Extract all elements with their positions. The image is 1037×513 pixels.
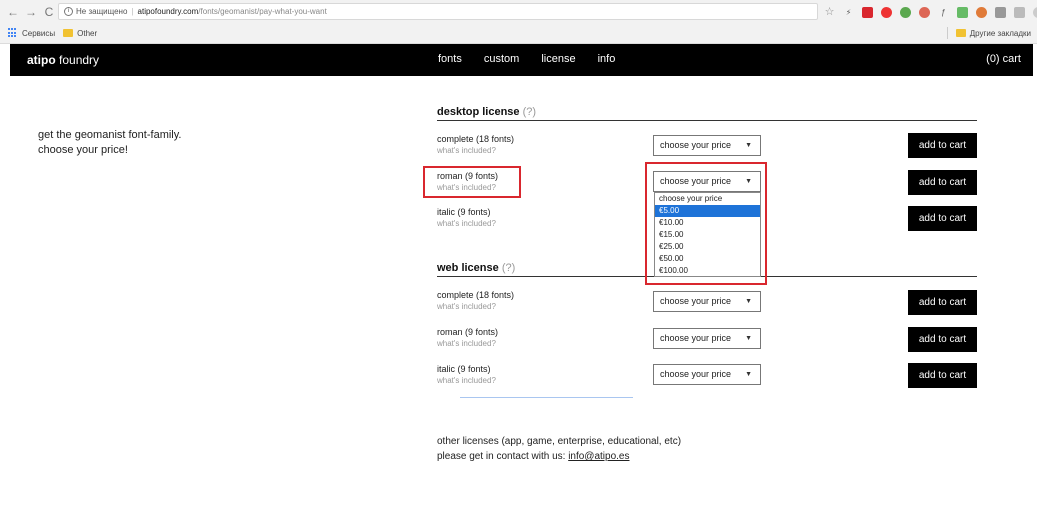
star-icon[interactable]: ☆	[824, 6, 835, 18]
logo-bold: atipo	[27, 53, 56, 67]
info-icon[interactable]: i	[64, 7, 73, 16]
nav-license[interactable]: license	[541, 53, 575, 65]
help-link[interactable]: (?)	[502, 262, 515, 274]
site-logo[interactable]: atipo foundry	[27, 53, 99, 67]
select-value: choose your price	[660, 333, 732, 343]
other-bookmarks[interactable]: Другие закладки	[946, 23, 1031, 43]
add-to-cart-button[interactable]: add to cart	[908, 363, 977, 388]
cart-link[interactable]: (0) cart	[986, 53, 1021, 65]
browser-chrome: ← → C i Не защищено | atipofoundry.com /…	[0, 0, 1037, 44]
address-bar-row: ← → C i Не защищено | atipofoundry.com /…	[0, 0, 1037, 23]
blue-divider	[460, 397, 633, 398]
section-title-text: web license	[437, 262, 499, 274]
folder-icon	[63, 29, 74, 37]
opera-extension-icon[interactable]	[881, 6, 892, 18]
intro-line-2: choose your price!	[38, 144, 128, 156]
product-name: italic (9 fonts)	[437, 364, 491, 374]
bookmark-other[interactable]: Other	[63, 29, 97, 38]
logo-rest: foundry	[55, 53, 100, 67]
cookie-extension-icon[interactable]	[976, 6, 987, 18]
url-host: atipofoundry.com	[137, 7, 199, 16]
whats-included-link[interactable]: what's included?	[437, 339, 498, 348]
bookmark-divider	[946, 27, 948, 39]
other-licenses-line-2: please get in contact with us: info@atip…	[437, 449, 681, 464]
nav-custom[interactable]: custom	[484, 53, 519, 65]
screenshot-extension-icon[interactable]	[995, 6, 1006, 18]
evernote-extension-icon[interactable]	[900, 6, 911, 18]
whats-included-link[interactable]: what's included?	[437, 376, 496, 385]
back-arrow-icon[interactable]: ←	[6, 3, 20, 21]
product-web-complete: complete (18 fonts) what's included?	[437, 290, 514, 311]
nav-fonts[interactable]: fonts	[438, 53, 462, 65]
intro-text: get the geomanist font-family. choose yo…	[38, 128, 181, 158]
price-select-desktop-complete[interactable]: choose your price ▼	[653, 135, 761, 156]
select-value: choose your price	[660, 296, 732, 306]
price-select-web-complete[interactable]: choose your price ▼	[653, 291, 761, 312]
product-web-italic: italic (9 fonts) what's included?	[437, 364, 496, 385]
add-to-cart-button[interactable]: add to cart	[908, 133, 977, 158]
product-name: complete (18 fonts)	[437, 290, 515, 300]
product-web-roman: roman (9 fonts) what's included?	[437, 327, 498, 348]
url-path: /fonts/geomanist/pay-what-you-want	[198, 7, 327, 16]
url-input[interactable]: i Не защищено | atipofoundry.com /fonts/…	[58, 3, 818, 20]
contact-prefix: please get in contact with us:	[437, 451, 569, 462]
web-license-title: web license (?)	[437, 262, 515, 274]
pinterest-extension-icon[interactable]	[919, 6, 930, 18]
bookmark-services[interactable]: Сервисы	[8, 28, 55, 38]
contact-email-link[interactable]: info@atipo.es	[568, 451, 629, 462]
site-header: atipo foundry fonts custom license info …	[10, 44, 1033, 76]
add-to-cart-button[interactable]: add to cart	[908, 170, 977, 195]
security-label: Не защищено	[76, 7, 128, 16]
flash-icon[interactable]: ⚡	[843, 7, 854, 18]
caret-down-icon: ▼	[745, 335, 752, 342]
add-to-cart-button[interactable]: add to cart	[908, 206, 977, 231]
font-extension-icon[interactable]: ƒ	[938, 7, 949, 18]
highlight-box-dropdown	[645, 162, 767, 285]
translate-extension-icon[interactable]	[957, 6, 968, 18]
product-name: italic (9 fonts)	[437, 207, 491, 217]
highlight-box-product	[423, 166, 521, 198]
add-to-cart-button[interactable]: add to cart	[908, 327, 977, 352]
main-nav: fonts custom license info	[438, 53, 637, 65]
add-to-cart-button[interactable]: add to cart	[908, 290, 977, 315]
bookmark-label: Other	[77, 28, 98, 38]
desktop-license-title: desktop license (?)	[437, 106, 536, 118]
product-desktop-complete: complete (18 fonts) what's included?	[437, 134, 514, 155]
caret-down-icon: ▼	[745, 298, 752, 305]
product-name: complete (18 fonts)	[437, 134, 515, 144]
youtube-extension-icon[interactable]	[862, 6, 873, 18]
bookmark-label: Сервисы	[22, 28, 56, 38]
circle-extension-icon[interactable]	[1033, 6, 1037, 18]
url-separator: |	[131, 7, 134, 16]
bookmarks-bar: Сервисы Other	[0, 23, 1037, 43]
section-title-text: desktop license	[437, 106, 520, 118]
intro-line-1: get the geomanist font-family.	[38, 129, 182, 141]
other-licenses: other licenses (app, game, enterprise, e…	[437, 434, 681, 464]
whats-included-link[interactable]: what's included?	[437, 302, 514, 311]
whats-included-link[interactable]: what's included?	[437, 219, 496, 228]
price-select-web-roman[interactable]: choose your price ▼	[653, 328, 761, 349]
nav-info[interactable]: info	[598, 53, 616, 65]
price-select-web-italic[interactable]: choose your price ▼	[653, 364, 761, 385]
forward-arrow-icon[interactable]: →	[24, 3, 38, 21]
other-bookmarks-label: Другие закладки	[969, 28, 1031, 38]
caret-down-icon: ▼	[745, 142, 752, 149]
apps-grid-icon	[8, 28, 18, 38]
section-divider	[437, 120, 977, 121]
folder-icon	[955, 29, 966, 37]
caret-down-icon: ▼	[745, 371, 752, 378]
extensions-toolbar: ☆ ⚡ ƒ ⋮	[824, 4, 1037, 20]
product-name: roman (9 fonts)	[437, 327, 499, 337]
select-value: choose your price	[660, 140, 732, 150]
other-licenses-line-1: other licenses (app, game, enterprise, e…	[437, 436, 682, 447]
product-desktop-italic: italic (9 fonts) what's included?	[437, 207, 496, 228]
help-link[interactable]: (?)	[523, 106, 536, 118]
reload-icon[interactable]: C	[42, 3, 56, 21]
grid-extension-icon[interactable]	[1014, 6, 1025, 18]
whats-included-link[interactable]: what's included?	[437, 146, 514, 155]
select-value: choose your price	[660, 369, 732, 379]
